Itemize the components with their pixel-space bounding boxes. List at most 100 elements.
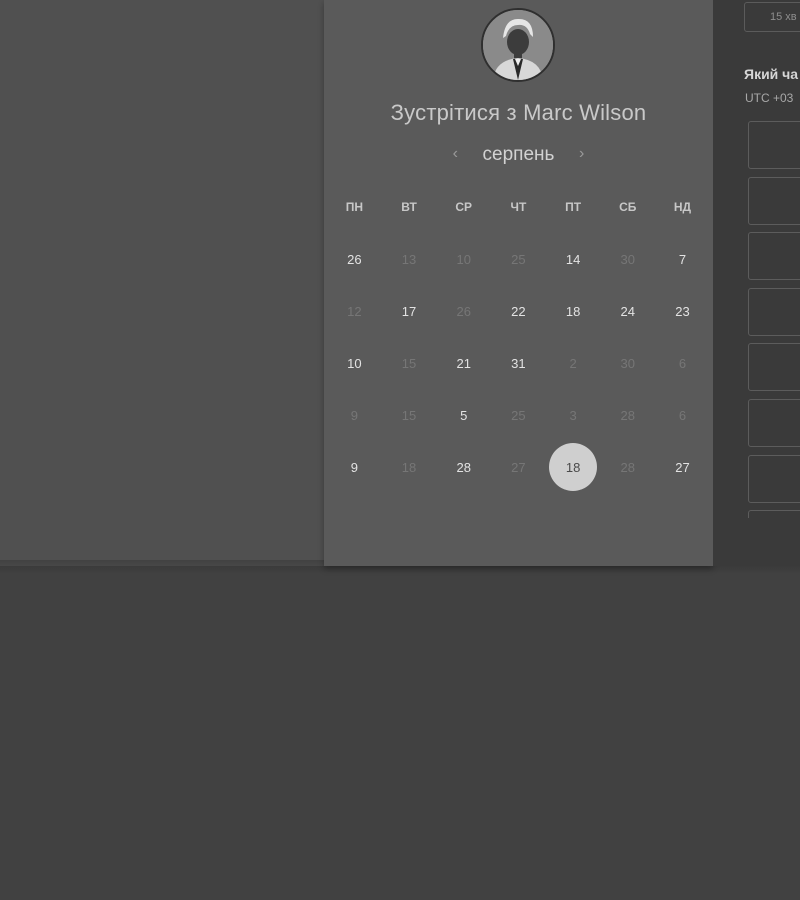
calendar-day-number: 27 [511,459,526,475]
calendar-day: 2 [546,338,601,390]
time-slot-button[interactable] [748,510,800,518]
calendar-day: 30 [600,234,655,286]
calendar-week-row: 26 13 10 25 14 30 7 [327,234,710,286]
calendar-day-number: 9 [350,459,358,475]
calendar-day-number: 13 [401,252,417,268]
calendar-day: 18 [382,441,437,493]
meeting-title: Зустрітися з Marc Wilson [390,100,647,125]
calendar-day[interactable]: 10 [327,338,382,390]
calendar-day-selected[interactable]: 18 [546,441,601,493]
calendar-day[interactable]: 24 [600,286,655,338]
calendar-day-number: 18 [401,459,417,475]
calendar-day-number: 10 [456,252,471,268]
month-label: серпень [482,144,555,165]
time-slot-button[interactable] [748,287,800,336]
calendar-day: 12 [327,286,382,338]
calendar-day: 10 [436,234,491,286]
calendar-day-number: 28 [620,407,636,423]
host-avatar [481,8,555,82]
calendar-day-number: 25 [511,407,526,423]
calendar-day[interactable]: 9 [327,441,382,493]
calendar-day: 26 [436,286,491,338]
calendar-day: 6 [655,389,710,441]
weekday-label: СБ [619,200,637,214]
calendar-day: 25 [491,234,546,286]
timezone-label[interactable]: UTC +03 [745,91,793,105]
calendar-day-number: 26 [456,304,471,320]
calendar-day[interactable]: 31 [491,338,546,390]
person-icon [483,10,553,80]
calendar-day[interactable]: 7 [655,234,710,286]
calendar-day-number: 2 [569,355,577,371]
calendar-day-number: 30 [620,252,636,268]
calendar-day-number: 25 [511,252,526,268]
calendar-week-row: 12 17 26 22 18 24 23 [327,286,710,338]
calendar-day-number: 22 [511,304,526,320]
time-question-heading: Який ча [744,66,799,82]
calendar-day[interactable]: 17 [382,286,437,338]
weekday-label: СР [455,200,473,214]
calendar-day: 30 [600,338,655,390]
calendar-day-number: 7 [678,252,687,268]
duration-button[interactable]: 15 хв [744,2,800,32]
time-slot-button[interactable] [748,454,800,503]
time-selection-panel: 15 хв Який ча UTC +03 [713,0,800,566]
calendar-week-row: 9 15 5 25 3 28 6 [327,389,710,441]
calendar-day[interactable]: 14 [546,234,601,286]
time-slot-button[interactable] [748,176,800,225]
calendar-day-number: 23 [675,304,690,320]
calendar-day[interactable]: 22 [491,286,546,338]
calendar-week-row: 10 15 21 31 2 30 6 [327,338,710,390]
calendar-day: 6 [655,338,710,390]
chevron-left-icon[interactable]: ‹ [445,145,465,163]
weekday-label: НД [673,200,692,214]
weekday-header: ПН ВТ СР ЧТ ПТ СБ НД [327,200,710,214]
time-slot-list [748,121,800,518]
calendar-day-number: 10 [347,355,362,371]
chevron-right-icon[interactable]: › [572,145,592,163]
calendar-day-number: 30 [620,355,636,371]
calendar-day-number: 17 [401,304,417,320]
time-slot-button[interactable] [748,232,800,281]
weekday-label: ПН [345,200,363,214]
calendar-day-number: 18 [565,304,581,320]
calendar-day-number: 28 [620,459,636,475]
calendar-day-number: 5 [460,407,468,423]
calendar-day[interactable]: 23 [655,286,710,338]
weekday-label: ВТ [401,200,417,214]
calendar-day: 13 [382,234,437,286]
calendar-day[interactable]: 27 [655,441,710,493]
calendar-day[interactable]: 26 [327,234,382,286]
calendar-day[interactable]: 5 [436,389,491,441]
calendar-week-row: 9 18 28 27 18 28 27 [327,441,710,493]
calendar-day-number: 18 [549,443,598,492]
calendar-day-number: 31 [511,355,526,371]
calendar-day: 15 [382,338,437,390]
calendar-day-number: 3 [569,407,577,423]
calendar-day: 15 [382,389,437,441]
calendar-day-number: 14 [565,252,581,268]
calendar-day-number: 24 [620,304,636,320]
calendar-day-number: 27 [675,459,690,475]
calendar-day-number: 12 [347,304,362,320]
scheduler-card: Зустрітися з Marc Wilson ‹ серпень › ПН … [324,0,713,566]
calendar-day-number: 28 [456,459,471,475]
calendar-day-number: 6 [678,407,687,423]
time-slot-button[interactable] [748,343,800,392]
calendar-day-number: 21 [456,355,471,371]
calendar-day-number: 6 [678,355,687,371]
calendar-grid: 26 13 10 25 14 30 7 12 17 26 22 18 24 23 10 15 21 31 2 30 6 9… [327,234,710,493]
weekday-label: ЧТ [510,200,527,214]
calendar-day: 3 [546,389,601,441]
calendar-day-number: 26 [347,252,362,268]
calendar-day: 25 [491,389,546,441]
calendar-day: 9 [327,389,382,441]
calendar-day[interactable]: 21 [436,338,491,390]
time-slot-button[interactable] [748,398,800,447]
calendar-day-number: 15 [401,355,417,371]
calendar-day[interactable]: 18 [546,286,601,338]
time-slot-button[interactable] [748,121,800,169]
calendar-day: 27 [491,441,546,493]
calendar-day[interactable]: 28 [436,441,491,493]
weekday-label: ПТ [565,200,582,214]
